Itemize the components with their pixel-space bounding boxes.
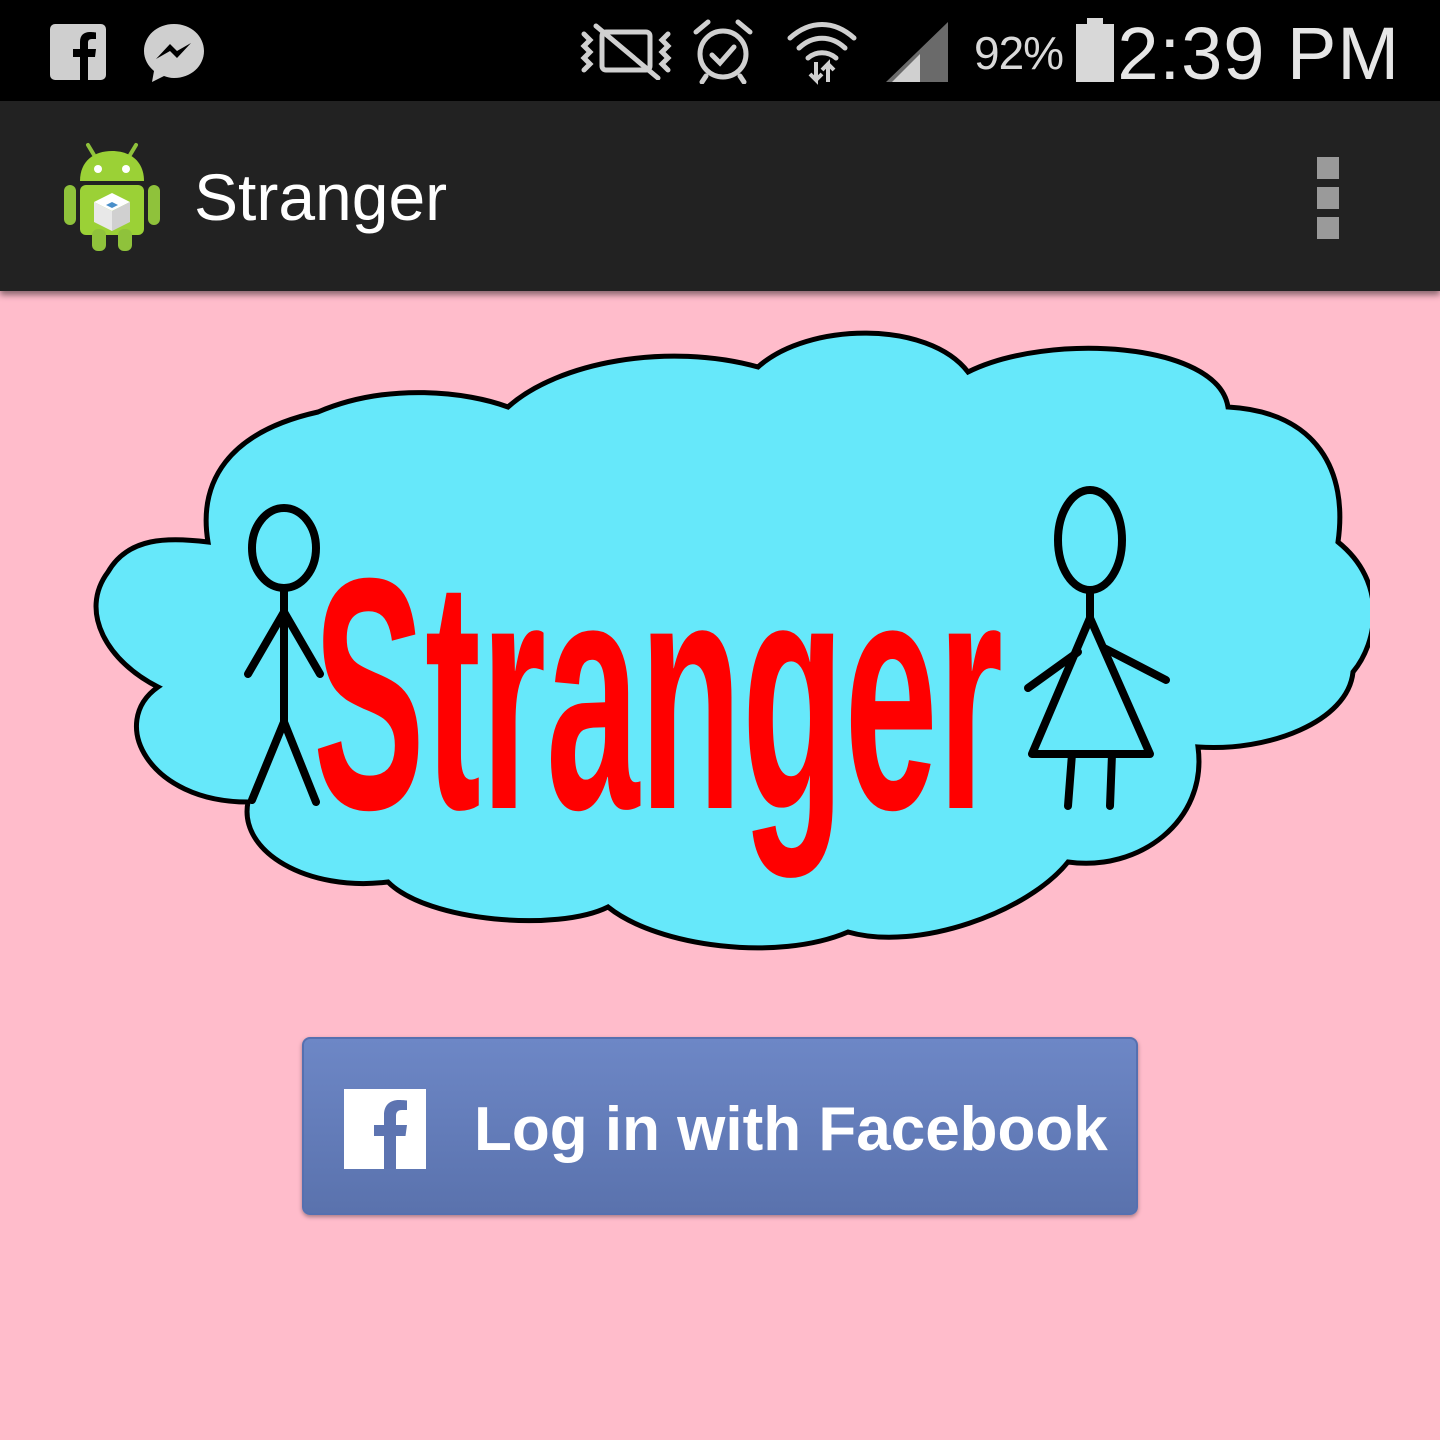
menu-dot	[1317, 217, 1339, 239]
signal-icon	[886, 22, 948, 82]
alarm-icon	[693, 19, 753, 84]
app-title: Stranger	[194, 160, 448, 234]
android-app-icon[interactable]	[60, 141, 164, 253]
battery-percent: 92%	[974, 27, 1064, 79]
action-bar: Stranger	[0, 101, 1440, 291]
facebook-login-button[interactable]: Log in with Facebook	[302, 1037, 1138, 1215]
menu-dot	[1317, 187, 1339, 209]
facebook-login-label: Log in with Facebook	[474, 1095, 1108, 1164]
wifi-icon	[787, 22, 857, 85]
menu-dot	[1317, 157, 1339, 179]
status-bar: 92% 2:39 PM	[0, 0, 1440, 101]
clock-time: 2:39 PM	[1117, 12, 1400, 95]
logo-text: Stranger	[313, 509, 1003, 880]
messenger-icon	[144, 24, 204, 82]
facebook-icon	[344, 1089, 426, 1169]
facebook-notification-icon	[50, 24, 106, 80]
vibrate-mute-icon	[580, 23, 672, 80]
stranger-logo: Stranger	[93, 330, 1370, 951]
overflow-menu-icon[interactable]	[1306, 153, 1350, 243]
battery-icon	[1076, 18, 1114, 82]
